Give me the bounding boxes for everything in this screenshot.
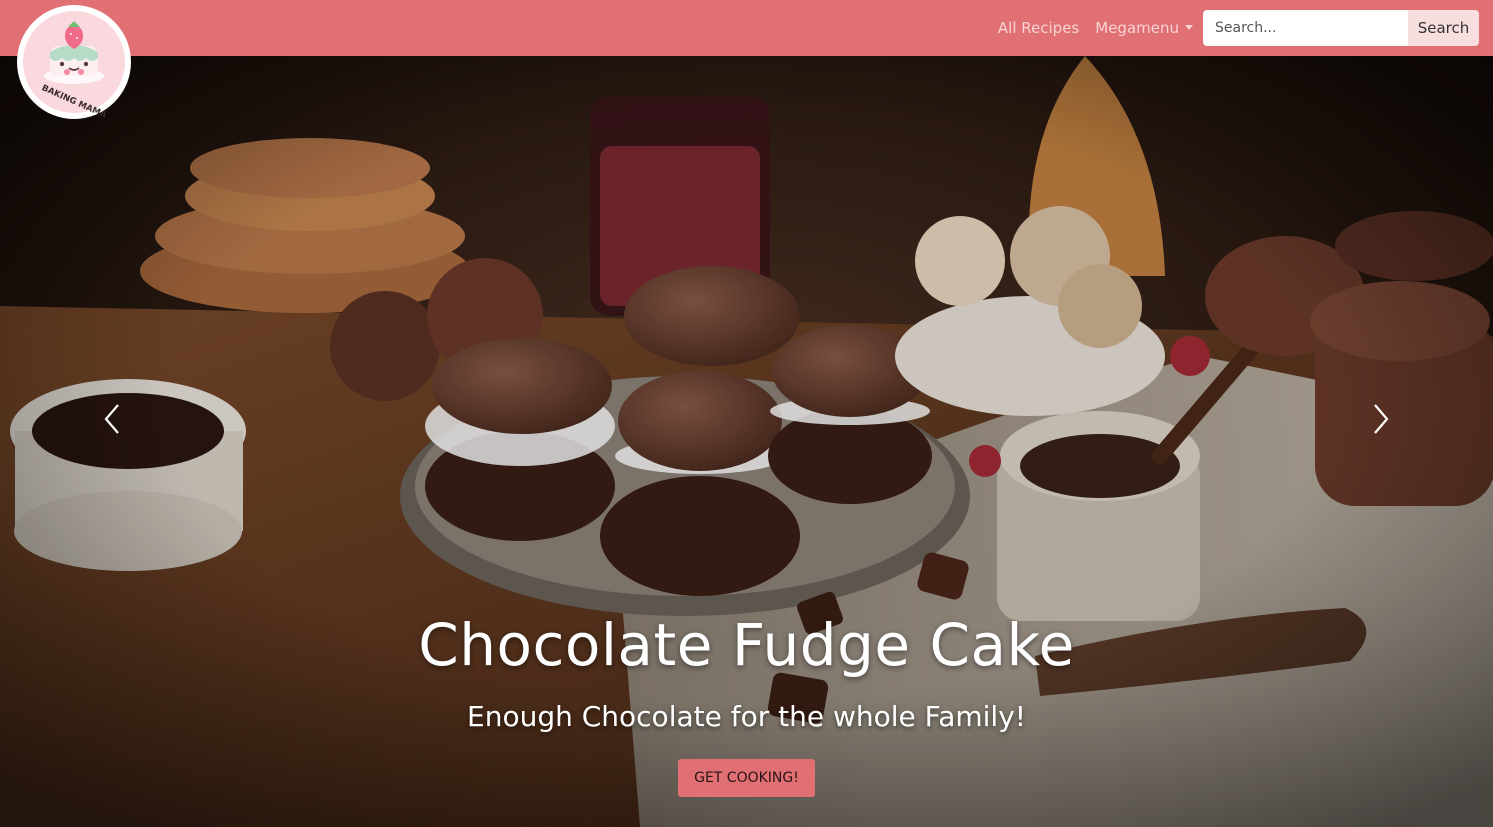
get-cooking-button[interactable]: GET COOKING! <box>678 759 815 797</box>
hero-subtitle: Enough Chocolate for the whole Family! <box>467 700 1026 733</box>
navbar: All Recipes Megamenu Search <box>0 0 1493 56</box>
carousel-next-button[interactable] <box>1365 401 1397 437</box>
caret-down-icon <box>1185 25 1193 30</box>
carousel-prev-button[interactable] <box>96 401 128 437</box>
nav-link-megamenu-label: Megamenu <box>1095 19 1179 37</box>
hero-title: Chocolate Fudge Cake <box>418 611 1075 679</box>
nav-links: All Recipes Megamenu <box>998 0 1193 56</box>
chevron-right-icon <box>1374 404 1389 434</box>
chevron-left-icon <box>104 404 119 434</box>
nav-link-megamenu[interactable]: Megamenu <box>1095 19 1193 37</box>
brand-logo[interactable]: BAKING MAMA <box>16 4 132 121</box>
search-button[interactable]: Search <box>1408 10 1479 46</box>
search-input[interactable] <box>1203 10 1408 46</box>
nav-link-all-recipes[interactable]: All Recipes <box>998 19 1079 37</box>
hero-carousel: Chocolate Fudge Cake Enough Chocolate fo… <box>0 56 1493 827</box>
